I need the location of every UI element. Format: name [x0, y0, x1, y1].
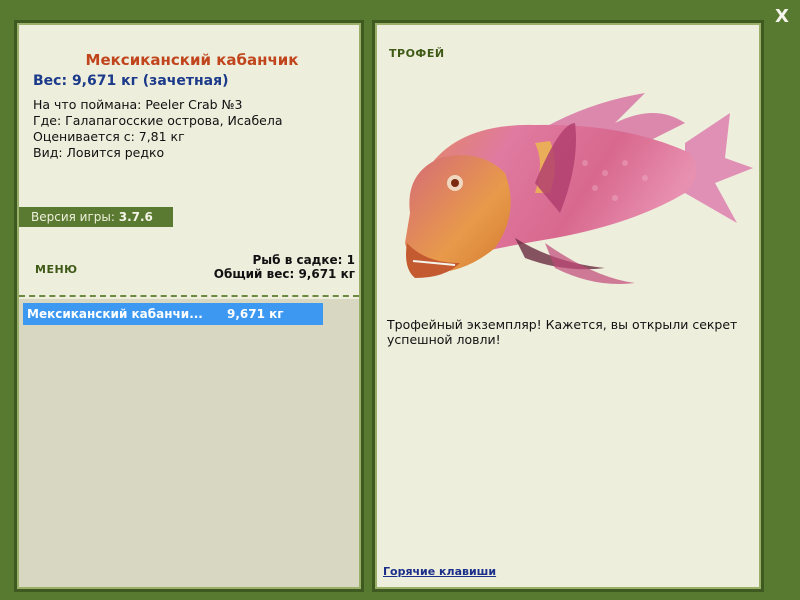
fish-rarity: Вид: Ловится редко — [33, 145, 165, 160]
menu-button[interactable]: МЕНЮ — [35, 263, 78, 276]
valued-from: Оценивается с: 7,81 кг — [33, 129, 185, 144]
divider — [19, 295, 359, 297]
cage-fish-count: Рыб в садке: 1 — [252, 253, 356, 267]
list-item[interactable]: Мексиканский кабанчи... 9,671 кг — [23, 303, 323, 325]
version-label: Версия игры: — [31, 210, 119, 224]
version-value: 3.7.6 — [118, 210, 153, 224]
trophy-panel: ТРОФЕЙ Трофейный экземпляр! Кажется, вы … — [372, 20, 764, 592]
cage-list: Мексиканский кабанчи... 9,671 кг — [19, 299, 359, 587]
catch-location: Где: Галапагосские острова, Исабела — [33, 113, 283, 128]
hotkeys-link[interactable]: Горячие клавиши — [383, 565, 496, 578]
game-version: Версия игры: 3.7.6 — [19, 207, 173, 227]
fish-image — [405, 93, 753, 284]
caught-on: На что поймана: Peeler Crab №3 — [33, 97, 243, 112]
fish-weight: Вес: 9,671 кг (зачетная) — [33, 73, 229, 89]
close-button[interactable]: X — [768, 4, 796, 30]
trophy-label: ТРОФЕЙ — [389, 47, 445, 60]
list-item-name: Мексиканский кабанчи... — [27, 307, 203, 321]
fish-name: Мексиканский кабанчик — [85, 51, 299, 69]
fish-info-panel: Мексиканский кабанчик Вес: 9,671 кг (зач… — [14, 20, 364, 592]
list-item-weight: 9,671 кг — [227, 307, 284, 321]
cage-total-weight: Общий вес: 9,671 кг — [213, 267, 355, 281]
trophy-description: Трофейный экземпляр! Кажется, вы открыли… — [387, 317, 738, 347]
